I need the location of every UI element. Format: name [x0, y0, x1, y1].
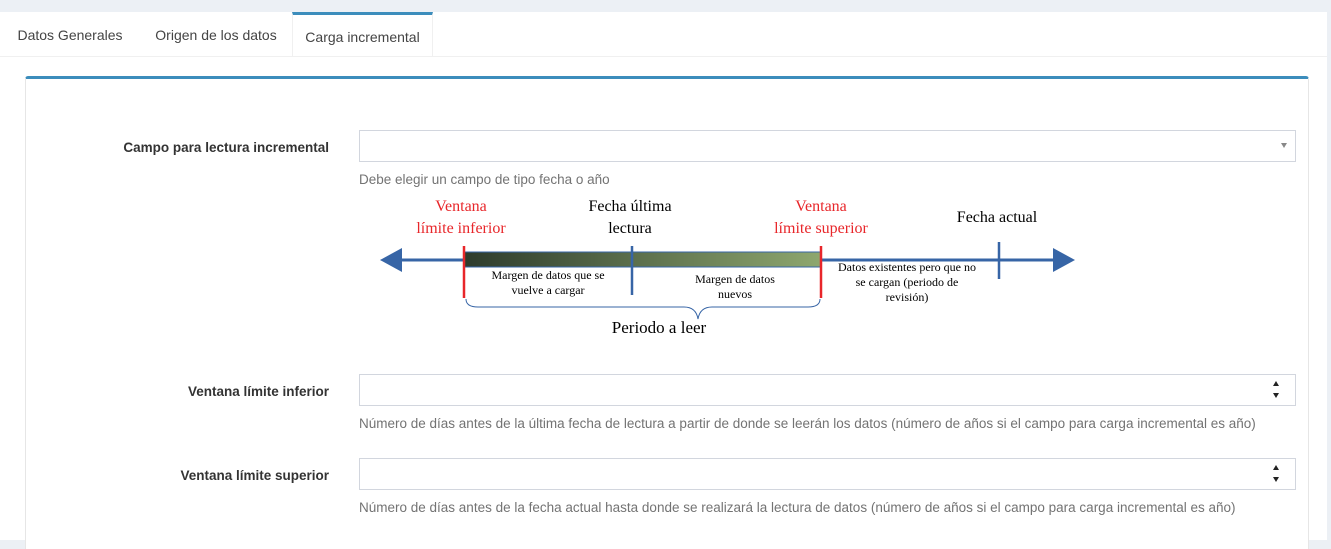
existentes-3: revisión) [886, 290, 929, 304]
fecha-actual-label: Fecha actual [957, 209, 1038, 226]
svg-text:Fecha actual: Fecha actual [957, 209, 1038, 226]
svg-text:Margen de datos que se: Margen de datos que se [491, 268, 604, 282]
chevron-down-icon [1281, 143, 1287, 148]
campo-label: Campo para lectura incremental [123, 140, 329, 155]
main-frame: Datos Generales Origen de los datos Carg… [0, 12, 1327, 549]
tab-origen-datos[interactable]: Origen de los datos [140, 12, 292, 56]
ventana-inferior-help: Número de días antes de la última fecha … [359, 416, 1256, 431]
period-bar [463, 251, 822, 268]
ventana-superior-input[interactable] [359, 458, 1296, 490]
ventana-superior-label: Ventana límite superior [180, 468, 329, 483]
margen-nuevos-1: Margen de datos [695, 272, 775, 286]
tab-datos-generales[interactable]: Datos Generales [0, 12, 140, 56]
ventana-inferior-label-2: límite inferior [416, 220, 506, 237]
number-spinner-icon[interactable] [1273, 465, 1281, 485]
svg-text:Margen de datos: Margen de datos [695, 272, 775, 286]
tab-bar: Datos Generales Origen de los datos Carg… [0, 12, 1327, 57]
ventana-superior-label-2: límite superior [774, 220, 868, 237]
svg-text:vuelve a cargar: vuelve a cargar [511, 283, 584, 297]
margen-recarga-1: Margen de datos que se [491, 268, 604, 282]
svg-text:Periodo a leer: Periodo a leer [612, 318, 707, 337]
ventana-superior-help: Número de días antes de la fecha actual … [359, 500, 1236, 515]
svg-text:nuevos: nuevos [718, 287, 752, 301]
svg-text:lectura: lectura [608, 220, 652, 237]
existentes-2: se cargan (periodo de [856, 275, 959, 289]
svg-text:Datos existentes pero que no: Datos existentes pero que no [838, 260, 976, 274]
svg-text:Ventana: Ventana [435, 199, 487, 215]
margen-recarga-2: vuelve a cargar [511, 283, 584, 297]
campo-help: Debe elegir un campo de tipo fecha o año [359, 172, 610, 187]
svg-text:Ventana: Ventana [795, 199, 847, 215]
incremental-diagram: Ventana límite inferior Fecha última lec… [380, 199, 1075, 337]
fecha-ultima-label-2: lectura [608, 220, 652, 237]
margen-nuevos-2: nuevos [718, 287, 752, 301]
arrow-right-icon [1053, 248, 1075, 272]
campo-select[interactable] [359, 130, 1296, 162]
fecha-ultima-label-1: Fecha última [588, 199, 671, 215]
svg-text:Fecha última: Fecha última [588, 199, 671, 215]
tab-carga-incremental[interactable]: Carga incremental [292, 12, 433, 56]
ventana-inferior-label-1: Ventana [435, 199, 487, 215]
number-spinner-icon[interactable] [1273, 381, 1281, 401]
svg-text:revisión): revisión) [886, 290, 929, 304]
periodo-label: Periodo a leer [612, 318, 707, 337]
ventana-inferior-label: Ventana límite inferior [187, 384, 329, 399]
periodo-brace [465, 298, 821, 320]
ventana-inferior-input[interactable] [359, 374, 1296, 406]
arrow-left-icon [380, 248, 402, 272]
svg-text:límite superior: límite superior [774, 220, 868, 237]
svg-text:se cargan (periodo de: se cargan (periodo de [856, 275, 959, 289]
existentes-1: Datos existentes pero que no [838, 260, 976, 274]
ventana-superior-label-1: Ventana [795, 199, 847, 215]
svg-text:límite inferior: límite inferior [416, 220, 506, 237]
carga-incremental-panel: Campo para lectura incremental Debe eleg… [25, 76, 1309, 549]
